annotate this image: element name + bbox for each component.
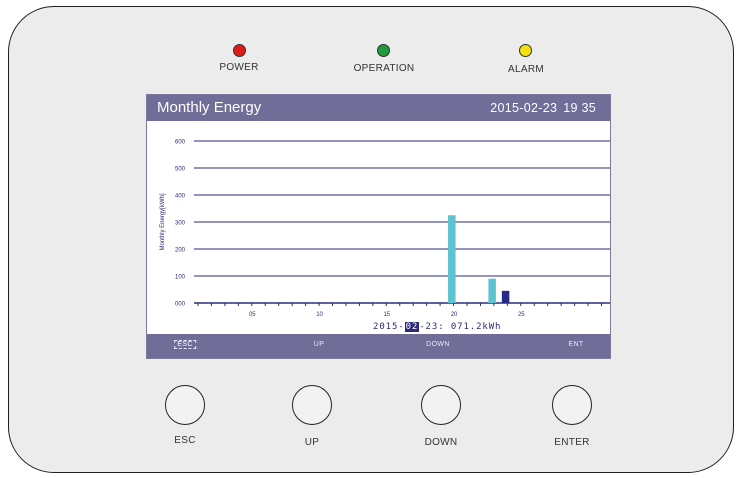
operation-led-label: OPERATION: [353, 63, 415, 74]
power-led-icon: [233, 44, 246, 57]
alarm-led-icon: [519, 44, 532, 57]
y-tick-label: 200: [175, 248, 186, 254]
screen-time: 19 35: [563, 101, 596, 115]
softkey-down[interactable]: DOWN: [426, 341, 450, 348]
screen-title: Monthly Energy: [157, 99, 262, 116]
y-tick-label: 000: [175, 302, 186, 308]
x-tick-label: 15: [383, 312, 390, 318]
esc-button[interactable]: [165, 385, 205, 425]
power-led-label: POWER: [219, 62, 259, 73]
x-tick-label: 25: [518, 312, 525, 318]
alarm-led-label: ALARM: [508, 64, 544, 75]
softkey-up[interactable]: UP: [314, 341, 325, 348]
x-tick-label: 20: [451, 312, 458, 318]
y-axis-label: Monthly Energy[kWh]: [160, 193, 166, 250]
down-button[interactable]: [421, 385, 461, 425]
up-button-label: UP: [304, 437, 320, 448]
up-button[interactable]: [292, 385, 332, 425]
down-button-label: DOWN: [424, 437, 458, 448]
operation-led-icon: [377, 44, 390, 57]
esc-button-label: ESC: [174, 435, 196, 446]
softkey-esc[interactable]: ESC: [174, 340, 196, 349]
lcd-screen: Monthly Energy 2015-02-23 19 35 000 100 200…: [146, 94, 611, 359]
y-tick-label: 300: [175, 221, 186, 227]
screen-date: 2015-02-23: [490, 101, 558, 115]
x-tick-label: 05: [249, 312, 256, 318]
energy-bar: [488, 278, 496, 303]
screen-title-bar: Monthly Energy 2015-02-23 19 35: [147, 95, 610, 121]
energy-bar: [501, 290, 510, 303]
softkey-ent[interactable]: ENT: [568, 341, 583, 348]
readout-month-selected[interactable]: 02: [404, 322, 420, 332]
monthly-energy-chart: 000 100 200 300 400 500 600 Monthly Energy[kWh]…: [160, 140, 610, 318]
energy-readout: 2015-02-23: 071.2kWh: [373, 322, 501, 332]
readout-suffix: -23: 071.2kWh: [419, 322, 502, 332]
readout-prefix: 2015-: [373, 322, 405, 332]
enter-button[interactable]: [552, 385, 592, 425]
x-tick-label: 10: [316, 312, 323, 318]
y-tick-label: 400: [175, 194, 186, 200]
y-tick-label: 100: [175, 275, 186, 281]
energy-bar: [448, 215, 456, 303]
enter-button-label: ENTER: [554, 437, 590, 448]
softkey-bar: ESC UP DOWN ENT: [147, 334, 610, 358]
y-tick-label: 600: [175, 140, 186, 146]
screen-datetime: 2015-02-23 19 35: [484, 101, 596, 115]
y-tick-label: 500: [175, 167, 186, 173]
